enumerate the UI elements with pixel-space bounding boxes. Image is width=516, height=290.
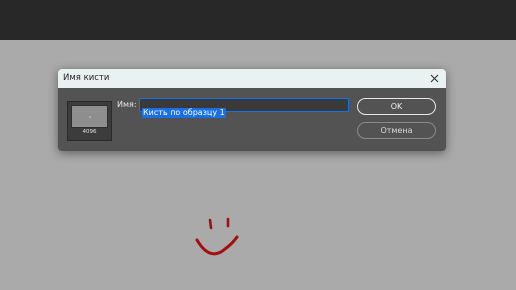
brush-name-input[interactable]: Кисть по образцу 1	[139, 98, 349, 118]
ok-button[interactable]: OK	[357, 98, 436, 115]
app-top-bar	[0, 0, 516, 40]
close-icon[interactable]	[427, 71, 442, 86]
brush-dot-icon	[89, 116, 91, 118]
name-label: Имя:	[117, 100, 137, 109]
brush-name-dialog: Имя кисти 4096 Имя: Кисть по образцу 1 O…	[58, 69, 446, 151]
dialog-title: Имя кисти	[63, 73, 110, 83]
brush-size-label: 4096	[82, 129, 97, 135]
brush-preview-image	[71, 105, 108, 128]
brush-name-value: Кисть по образцу 1	[142, 108, 226, 118]
dialog-titlebar: Имя кисти	[58, 69, 446, 88]
smiley-drawing	[195, 217, 239, 256]
cancel-button[interactable]: Отмена	[357, 122, 436, 139]
brush-preview: 4096	[67, 101, 112, 141]
